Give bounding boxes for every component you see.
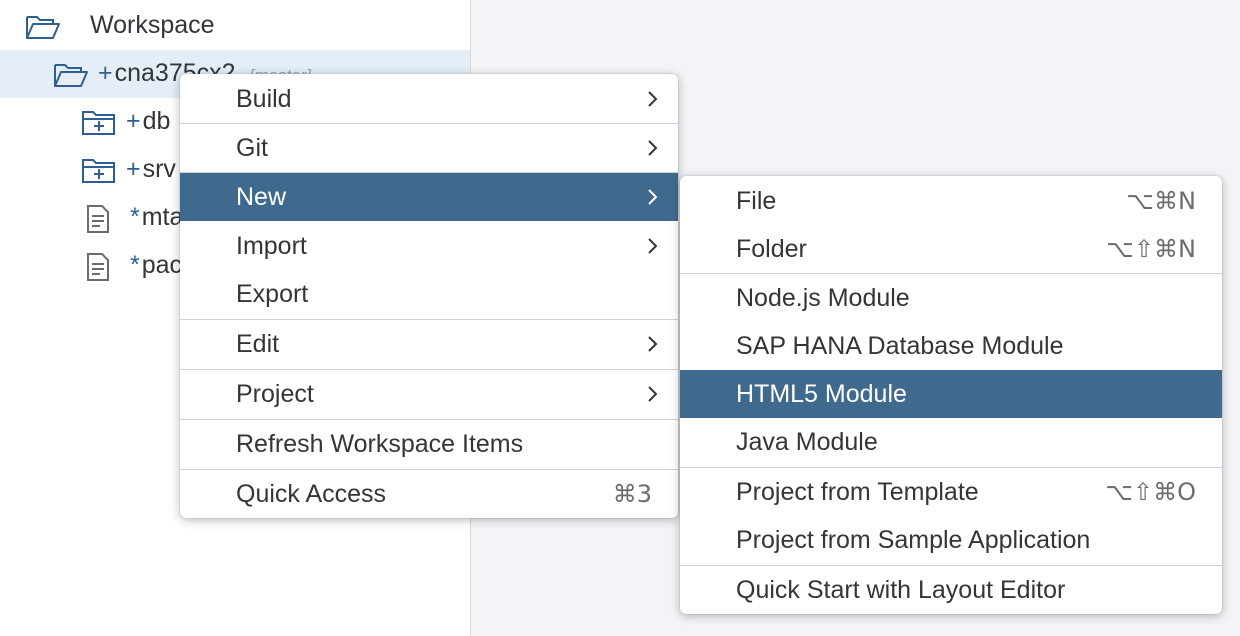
git-status-prefix: + bbox=[126, 155, 141, 183]
new-submenu: File ⌥⌘N Folder ⌥⇧⌘N Node.js Module SAP … bbox=[680, 176, 1222, 614]
folder-open-icon bbox=[26, 14, 60, 45]
menu-item-label: Java Module bbox=[736, 428, 878, 456]
menu-item-export[interactable]: Export bbox=[180, 270, 678, 318]
git-status-prefix: * bbox=[130, 203, 140, 231]
menu-item-git[interactable]: Git bbox=[180, 124, 678, 172]
keyboard-shortcut: ⌘3 bbox=[612, 480, 652, 508]
chevron-right-icon bbox=[646, 222, 660, 270]
submenu-item-project-from-template[interactable]: Project from Template ⌥⇧⌘O bbox=[680, 468, 1222, 516]
menu-item-new[interactable]: New bbox=[180, 173, 678, 221]
menu-item-import[interactable]: Import bbox=[180, 222, 678, 270]
menu-item-label: Export bbox=[236, 280, 309, 308]
menu-item-project[interactable]: Project bbox=[180, 370, 678, 418]
context-menu: Build Git New Import Export Edit Project… bbox=[180, 74, 678, 518]
tree-label-workspace: Workspace bbox=[90, 11, 215, 39]
menu-item-edit[interactable]: Edit bbox=[180, 320, 678, 368]
menu-item-label: Node.js Module bbox=[736, 284, 910, 312]
submenu-item-nodejs-module[interactable]: Node.js Module bbox=[680, 274, 1222, 322]
tree-row-workspace[interactable]: Workspace bbox=[0, 2, 470, 50]
menu-item-label: New bbox=[236, 183, 287, 211]
tree-label-srv: +srv bbox=[126, 155, 176, 184]
chevron-right-icon bbox=[646, 124, 660, 172]
menu-item-quick-access[interactable]: Quick Access ⌘3 bbox=[180, 470, 678, 518]
menu-item-label: Folder bbox=[736, 235, 807, 263]
submenu-item-html5-module[interactable]: HTML5 Module bbox=[680, 370, 1222, 418]
submenu-item-folder[interactable]: Folder ⌥⇧⌘N bbox=[680, 225, 1222, 273]
menu-item-label: SAP HANA Database Module bbox=[736, 332, 1064, 360]
menu-item-label: Quick Access bbox=[236, 480, 387, 508]
menu-item-refresh-workspace[interactable]: Refresh Workspace Items bbox=[180, 420, 678, 468]
menu-item-build[interactable]: Build bbox=[180, 75, 678, 123]
chevron-right-icon bbox=[646, 320, 660, 368]
menu-item-label: File bbox=[736, 187, 777, 215]
menu-item-label: Import bbox=[236, 232, 307, 260]
document-icon bbox=[86, 204, 110, 239]
folder-module-icon bbox=[82, 110, 116, 141]
tree-label-db: +db bbox=[126, 107, 170, 136]
submenu-item-java-module[interactable]: Java Module bbox=[680, 418, 1222, 466]
menu-item-label: Project from Template bbox=[736, 478, 979, 506]
submenu-item-project-from-sample[interactable]: Project from Sample Application bbox=[680, 516, 1222, 564]
document-icon bbox=[86, 252, 110, 287]
keyboard-shortcut: ⌥⌘N bbox=[1126, 187, 1196, 215]
menu-item-label: Quick Start with Layout Editor bbox=[736, 576, 1066, 604]
chevron-right-icon bbox=[646, 370, 660, 418]
git-status-prefix: * bbox=[130, 251, 140, 279]
folder-module-icon bbox=[82, 158, 116, 189]
submenu-item-quick-start-layout-editor[interactable]: Quick Start with Layout Editor bbox=[680, 566, 1222, 614]
folder-name: db bbox=[142, 107, 171, 135]
menu-item-label: Build bbox=[236, 85, 292, 113]
menu-item-label: Git bbox=[236, 134, 268, 162]
menu-item-label: Edit bbox=[236, 330, 280, 358]
folder-open-icon bbox=[54, 62, 88, 93]
menu-item-label: HTML5 Module bbox=[736, 380, 907, 408]
menu-item-label: Project from Sample Application bbox=[736, 526, 1091, 554]
folder-name: srv bbox=[142, 155, 176, 183]
chevron-right-icon bbox=[646, 75, 660, 123]
keyboard-shortcut: ⌥⇧⌘N bbox=[1106, 235, 1196, 263]
submenu-item-hana-db-module[interactable]: SAP HANA Database Module bbox=[680, 322, 1222, 370]
menu-item-label: Refresh Workspace Items bbox=[236, 430, 524, 458]
git-status-prefix: + bbox=[98, 59, 113, 87]
submenu-item-file[interactable]: File ⌥⌘N bbox=[680, 177, 1222, 225]
chevron-right-icon bbox=[646, 173, 660, 221]
git-status-prefix: + bbox=[126, 107, 141, 135]
keyboard-shortcut: ⌥⇧⌘O bbox=[1105, 478, 1196, 506]
menu-item-label: Project bbox=[236, 380, 314, 408]
